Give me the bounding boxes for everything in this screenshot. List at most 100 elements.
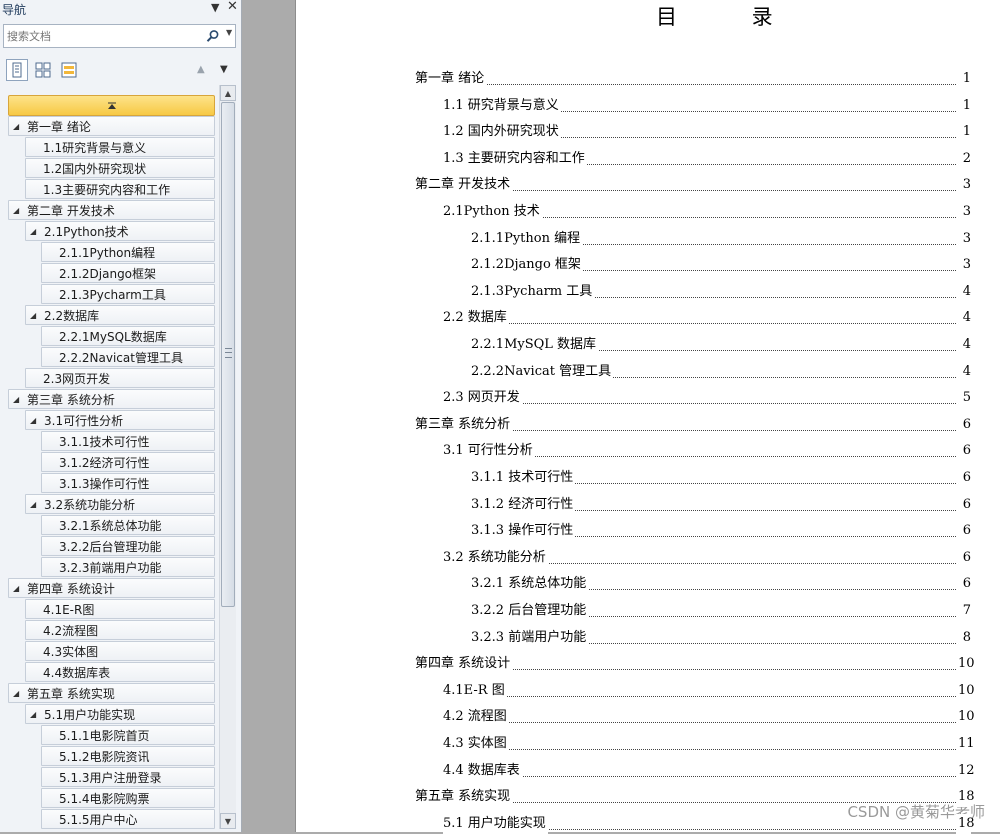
next-heading-icon[interactable]: ▼ [220,64,228,75]
toc-entry[interactable]: 4.1E-R 图 10 [296,680,1000,701]
search-options-icon[interactable]: ▼ [226,28,232,37]
toc-entry[interactable]: 第二章 开发技术 3 [296,175,1000,196]
expand-toggle-icon[interactable]: ◢ [30,495,36,513]
scroll-down-icon[interactable]: ▼ [220,813,236,829]
toc-entry[interactable]: 2.3 网页开发 5 [296,388,1000,409]
tree-chapter-item[interactable]: ◢ 第五章 系统实现 [8,683,215,703]
toc-entry[interactable]: 2.1Python 技术 3 [296,202,1000,222]
expand-toggle-icon[interactable]: ◢ [13,201,19,219]
toc-entry[interactable]: 2.1.2Django 框架 3 [296,255,1000,276]
tree-subsection-item[interactable]: 2.2.2Navicat管理工具 [41,347,215,367]
previous-heading-icon[interactable]: ▲ [197,64,205,75]
toc-entry-label: 3.1.1 技术可行性 [471,468,576,488]
toc-entry[interactable]: 4.4 数据库表 12 [296,760,1000,781]
toc-entry[interactable]: 1.2 国内外研究现状 1 [296,122,1000,143]
toc-entry[interactable]: 4.2 流程图 10 [296,707,1000,728]
scrollbar-thumb[interactable] [221,102,235,607]
tab-headings[interactable] [6,59,28,81]
expand-toggle-icon[interactable]: ◢ [13,684,19,702]
expand-toggle-icon[interactable]: ◢ [30,222,36,240]
tree-subsection-item[interactable]: 5.1.4电影院购票 [41,788,215,808]
tree-subsection-item[interactable]: 5.1.2电影院资讯 [41,746,215,766]
pane-options-icon[interactable]: ▼ [211,1,219,15]
dot-leader [443,321,958,325]
toc-entry[interactable]: 2.2.1MySQL 数据库 4 [296,335,1000,355]
tree-item-label: 3.1.2经济可行性 [59,456,150,470]
search-input[interactable] [7,28,197,44]
tree-subsection-item[interactable]: 3.1.1技术可行性 [41,431,215,451]
tree-section-item[interactable]: ◢ 3.1可行性分析 [25,410,215,430]
tree-item-label: 1.3主要研究内容和工作 [43,183,171,197]
expand-toggle-icon[interactable]: ◢ [30,306,36,324]
tree-subsection-item[interactable]: 2.1.2Django框架 [41,263,215,283]
toc-page-number: 1 [956,122,971,143]
tree-section-item[interactable]: 1.3主要研究内容和工作 [25,179,215,199]
tree-chapter-item[interactable]: ◢ 第四章 系统设计 [8,578,215,598]
tree-section-item[interactable]: 1.2国内外研究现状 [25,158,215,178]
toc-entry[interactable]: 3.1 可行性分析 6 [296,441,1000,462]
tree-subsection-item[interactable]: 2.1.3Pycharm工具 [41,284,215,304]
tree-item-label: 5.1.2电影院资讯 [59,750,150,764]
expand-toggle-icon[interactable]: ◢ [13,579,19,597]
tree-section-item[interactable]: 1.1研究背景与意义 [25,137,215,157]
tree-subsection-item[interactable]: 3.2.1系统总体功能 [41,515,215,535]
tree-chapter-item[interactable]: ◢ 第二章 开发技术 [8,200,215,220]
toc-entry[interactable]: 2.2.2Navicat 管理工具 4 [296,361,1000,382]
tree-item-label: 3.1.3操作可行性 [59,477,150,491]
tree-section-item[interactable]: 4.1E-R图 [25,599,215,619]
toc-entry[interactable]: 3.2.1 系统总体功能 6 [296,574,1000,595]
close-icon[interactable]: ✕ [227,0,238,14]
tree-subsection-item[interactable]: 5.1.3用户注册登录 [41,767,215,787]
tree-item-label: 5.1.3用户注册登录 [59,771,162,785]
tree-section-item[interactable]: ◢ 3.2系统功能分析 [25,494,215,514]
tree-chapter-item[interactable]: ◢ 第三章 系统分析 [8,389,215,409]
document-page[interactable]: 目 录 第一章 绪论 1 1.1 研究背景与意义 1 1.2 国内外研究现状 1 1.3 主… [295,0,1000,834]
toc-entry[interactable]: 1.1 研究背景与意义 1 [296,95,1000,116]
toc-entry[interactable]: 4.3 实体图 11 [296,734,1000,754]
expand-toggle-icon[interactable]: ◢ [30,705,36,723]
collapse-all-button[interactable] [8,95,215,116]
tree-section-item[interactable]: 4.4数据库表 [25,662,215,682]
tree-section-item[interactable]: ◢ 5.1用户功能实现 [25,704,215,724]
tree-subsection-item[interactable]: 3.2.2后台管理功能 [41,536,215,556]
expand-toggle-icon[interactable]: ◢ [13,390,19,408]
tab-pages[interactable] [32,59,54,81]
expand-toggle-icon[interactable]: ◢ [30,411,36,429]
tree-section-item[interactable]: ◢ 2.1Python技术 [25,221,215,241]
tree-section-item[interactable]: 4.2流程图 [25,620,215,640]
tree-item-label: 2.3网页开发 [43,372,111,386]
toc-entry[interactable]: 1.3 主要研究内容和工作 2 [296,148,1000,169]
tree-chapter-item[interactable]: ◢ 第一章 绪论 [8,116,215,136]
tree-subsection-item[interactable]: 3.1.2经济可行性 [41,452,215,472]
tree-item-label: 2.1.1Python编程 [59,246,156,260]
tab-results[interactable] [58,59,80,81]
tree-subsection-item[interactable]: 2.2.1MySQL数据库 [41,326,215,346]
toc-entry[interactable]: 第四章 系统设计 10 [296,654,1000,675]
toc-entry[interactable]: 2.2 数据库 4 [296,308,1000,329]
tree-section-item[interactable]: ◢ 2.2数据库 [25,305,215,325]
toc-page-number: 2 [956,148,971,169]
tree-section-item[interactable]: 2.3网页开发 [25,368,215,388]
search-box[interactable]: ▼ [3,24,236,48]
tree-item-label: 5.1用户功能实现 [44,708,136,722]
toc-entry[interactable]: 3.1.1 技术可行性 6 [296,468,1000,488]
toc-entry[interactable]: 第三章 系统分析 6 [296,414,1000,435]
tree-scrollbar[interactable]: ▲ ▼ [219,85,236,829]
search-icon[interactable] [206,29,220,43]
toc-entry[interactable]: 3.2.3 前端用户功能 8 [296,627,1000,648]
toc-entry[interactable]: 2.1.1Python 编程 3 [296,228,1000,249]
tree-section-item[interactable]: 4.3实体图 [25,641,215,661]
scroll-up-icon[interactable]: ▲ [220,85,236,101]
tree-subsection-item[interactable]: 3.2.3前端用户功能 [41,557,215,577]
tree-subsection-item[interactable]: 5.1.5用户中心 [41,809,215,829]
expand-toggle-icon[interactable]: ◢ [13,117,19,135]
toc-entry[interactable]: 3.1.2 经济可行性 6 [296,494,1000,515]
tree-subsection-item[interactable]: 2.1.1Python编程 [41,242,215,262]
toc-entry[interactable]: 2.1.3Pycharm 工具 4 [296,281,1000,302]
toc-entry[interactable]: 3.2 系统功能分析 6 [296,547,1000,568]
tree-subsection-item[interactable]: 3.1.3操作可行性 [41,473,215,493]
toc-entry[interactable]: 3.2.2 后台管理功能 7 [296,601,1000,621]
toc-entry[interactable]: 第一章 绪论 1 [296,69,1000,89]
tree-subsection-item[interactable]: 5.1.1电影院首页 [41,725,215,745]
toc-entry[interactable]: 3.1.3 操作可行性 6 [296,521,1000,542]
